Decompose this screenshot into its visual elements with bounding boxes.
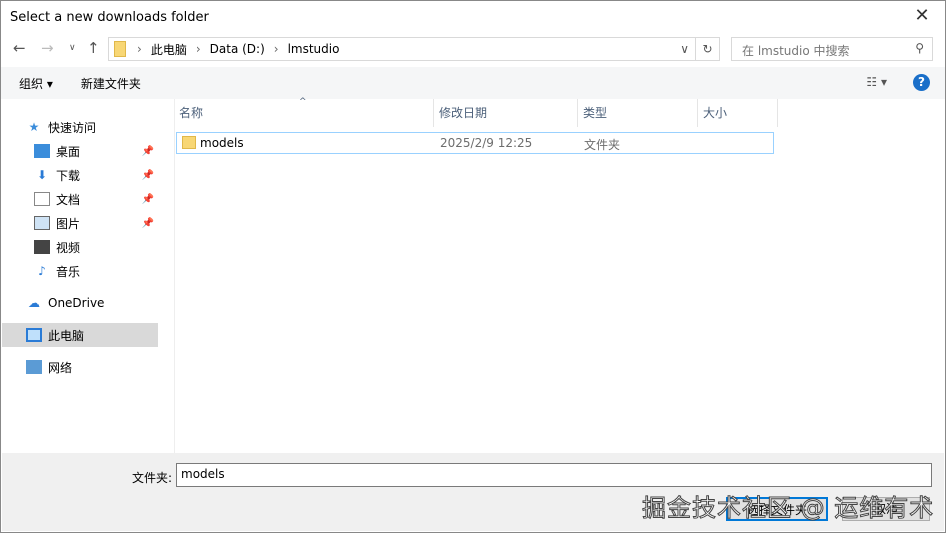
new-folder-button[interactable]: 新建文件夹 [81, 75, 141, 92]
select-folder-button[interactable]: 选择文件夹 [726, 497, 828, 521]
folder-name-value: models [181, 467, 225, 481]
column-name[interactable]: 名称 ^ [175, 97, 434, 127]
label: 图片 [56, 216, 81, 231]
pin-icon[interactable]: 📌 [142, 194, 154, 205]
label: 文档 [56, 192, 81, 207]
video-icon [34, 240, 50, 254]
dialog-window: Select a new downloads folder ✕ ← → ∨ ↑ … [0, 0, 946, 533]
view-options-icon[interactable]: ☷ ▾ [866, 75, 887, 89]
column-size[interactable]: 大小 [699, 99, 778, 127]
file-type: 文件夹 [584, 138, 621, 152]
refresh-icon[interactable]: ↻ [695, 38, 719, 60]
recent-dropdown-icon[interactable]: ∨ [69, 43, 76, 53]
search-input[interactable]: 在 lmstudio 中搜索 ⚲ [731, 37, 933, 61]
label: 网络 [48, 360, 73, 375]
label: 修改日期 [439, 106, 488, 120]
folder-label: 文件夹: [132, 471, 173, 485]
pin-icon[interactable]: 📌 [142, 170, 154, 181]
network-icon [26, 360, 42, 374]
folder-icon [114, 41, 126, 57]
label: 名称 [179, 106, 204, 120]
document-icon [34, 192, 50, 206]
label: OneDrive [48, 296, 105, 310]
sidebar-item-downloads[interactable]: ⬇ 下载 📌 [2, 163, 158, 187]
organize-button[interactable]: 组织 ▾ [19, 75, 53, 92]
search-icon[interactable]: ⚲ [915, 41, 924, 55]
cloud-icon: ☁ [28, 296, 40, 310]
breadcrumb-this-pc[interactable]: 此电脑 [151, 41, 187, 58]
search-placeholder: 在 lmstudio 中搜索 [742, 44, 850, 58]
folder-name-input[interactable]: models [176, 463, 932, 487]
desktop-icon [34, 144, 50, 158]
title-bar: Select a new downloads folder [1, 1, 945, 33]
label: 快速访问 [48, 120, 97, 135]
sort-ascending-icon: ^ [299, 97, 307, 107]
column-header: 名称 ^ 修改日期 类型 大小 [175, 97, 945, 127]
column-type[interactable]: 类型 [579, 99, 698, 127]
sidebar-item-documents[interactable]: 文档 📌 [2, 187, 158, 211]
label: 桌面 [56, 144, 81, 159]
back-icon[interactable]: ← [13, 39, 26, 57]
folder-icon [182, 136, 196, 149]
file-name: models [200, 136, 244, 150]
divider[interactable] [174, 99, 175, 453]
music-icon: ♪ [38, 264, 46, 278]
label: 音乐 [56, 264, 81, 279]
close-icon[interactable]: ✕ [907, 5, 937, 26]
file-date: 2025/2/9 12:25 [440, 136, 533, 150]
chevron-down-icon[interactable]: ∨ [680, 42, 689, 56]
pin-icon[interactable]: 📌 [142, 218, 154, 229]
chevron-right-icon[interactable]: › [274, 42, 279, 56]
sidebar-quick-access[interactable]: ★ 快速访问 [26, 115, 182, 139]
label: 下载 [56, 168, 81, 183]
sidebar-item-desktop[interactable]: 桌面 📌 [2, 139, 158, 163]
label: 视频 [56, 240, 81, 255]
label: 类型 [583, 106, 608, 120]
dialog-title: Select a new downloads folder [10, 9, 209, 25]
pin-icon[interactable]: 📌 [142, 146, 154, 157]
computer-icon [26, 328, 42, 342]
chevron-right-icon[interactable]: › [137, 42, 142, 56]
footer: 文件夹: models 选择文件夹 取消 [2, 453, 944, 531]
sidebar-item-videos[interactable]: 视频 [2, 235, 158, 259]
chevron-right-icon[interactable]: › [196, 42, 201, 56]
sidebar: ★ 快速访问 桌面 📌 ⬇ 下载 📌 文档 📌 图片 📌 视频 ♪ 音乐 ☁ OneDrive … [2, 99, 160, 453]
download-icon: ⬇ [36, 168, 48, 182]
label: 此电脑 [48, 328, 85, 343]
sidebar-network[interactable]: 网络 [2, 355, 158, 379]
star-icon: ★ [28, 120, 40, 134]
label: 大小 [703, 106, 728, 120]
toolbar: 组织 ▾ 新建文件夹 ☷ ▾ ? [1, 67, 945, 99]
sidebar-item-music[interactable]: ♪ 音乐 [2, 259, 158, 283]
sidebar-item-pictures[interactable]: 图片 📌 [2, 211, 158, 235]
cancel-button[interactable]: 取消 [842, 497, 930, 521]
picture-icon [34, 216, 50, 230]
column-date[interactable]: 修改日期 [435, 99, 578, 127]
address-bar[interactable]: › 此电脑 › Data (D:) › lmstudio ∨ ↻ [108, 37, 720, 61]
sidebar-onedrive[interactable]: ☁ OneDrive [2, 291, 158, 315]
sidebar-this-pc[interactable]: 此电脑 [2, 323, 158, 347]
file-row[interactable]: models 2025/2/9 12:25 文件夹 [176, 132, 774, 154]
forward-icon[interactable]: → [41, 39, 54, 57]
breadcrumb-data-d[interactable]: Data (D:) [210, 42, 265, 56]
help-icon[interactable]: ? [913, 74, 930, 91]
navigation-bar: ← → ∨ ↑ › 此电脑 › Data (D:) › lmstudio ∨ ↻… [1, 35, 945, 63]
up-icon[interactable]: ↑ [87, 39, 100, 57]
breadcrumb-lmstudio[interactable]: lmstudio [288, 42, 340, 56]
